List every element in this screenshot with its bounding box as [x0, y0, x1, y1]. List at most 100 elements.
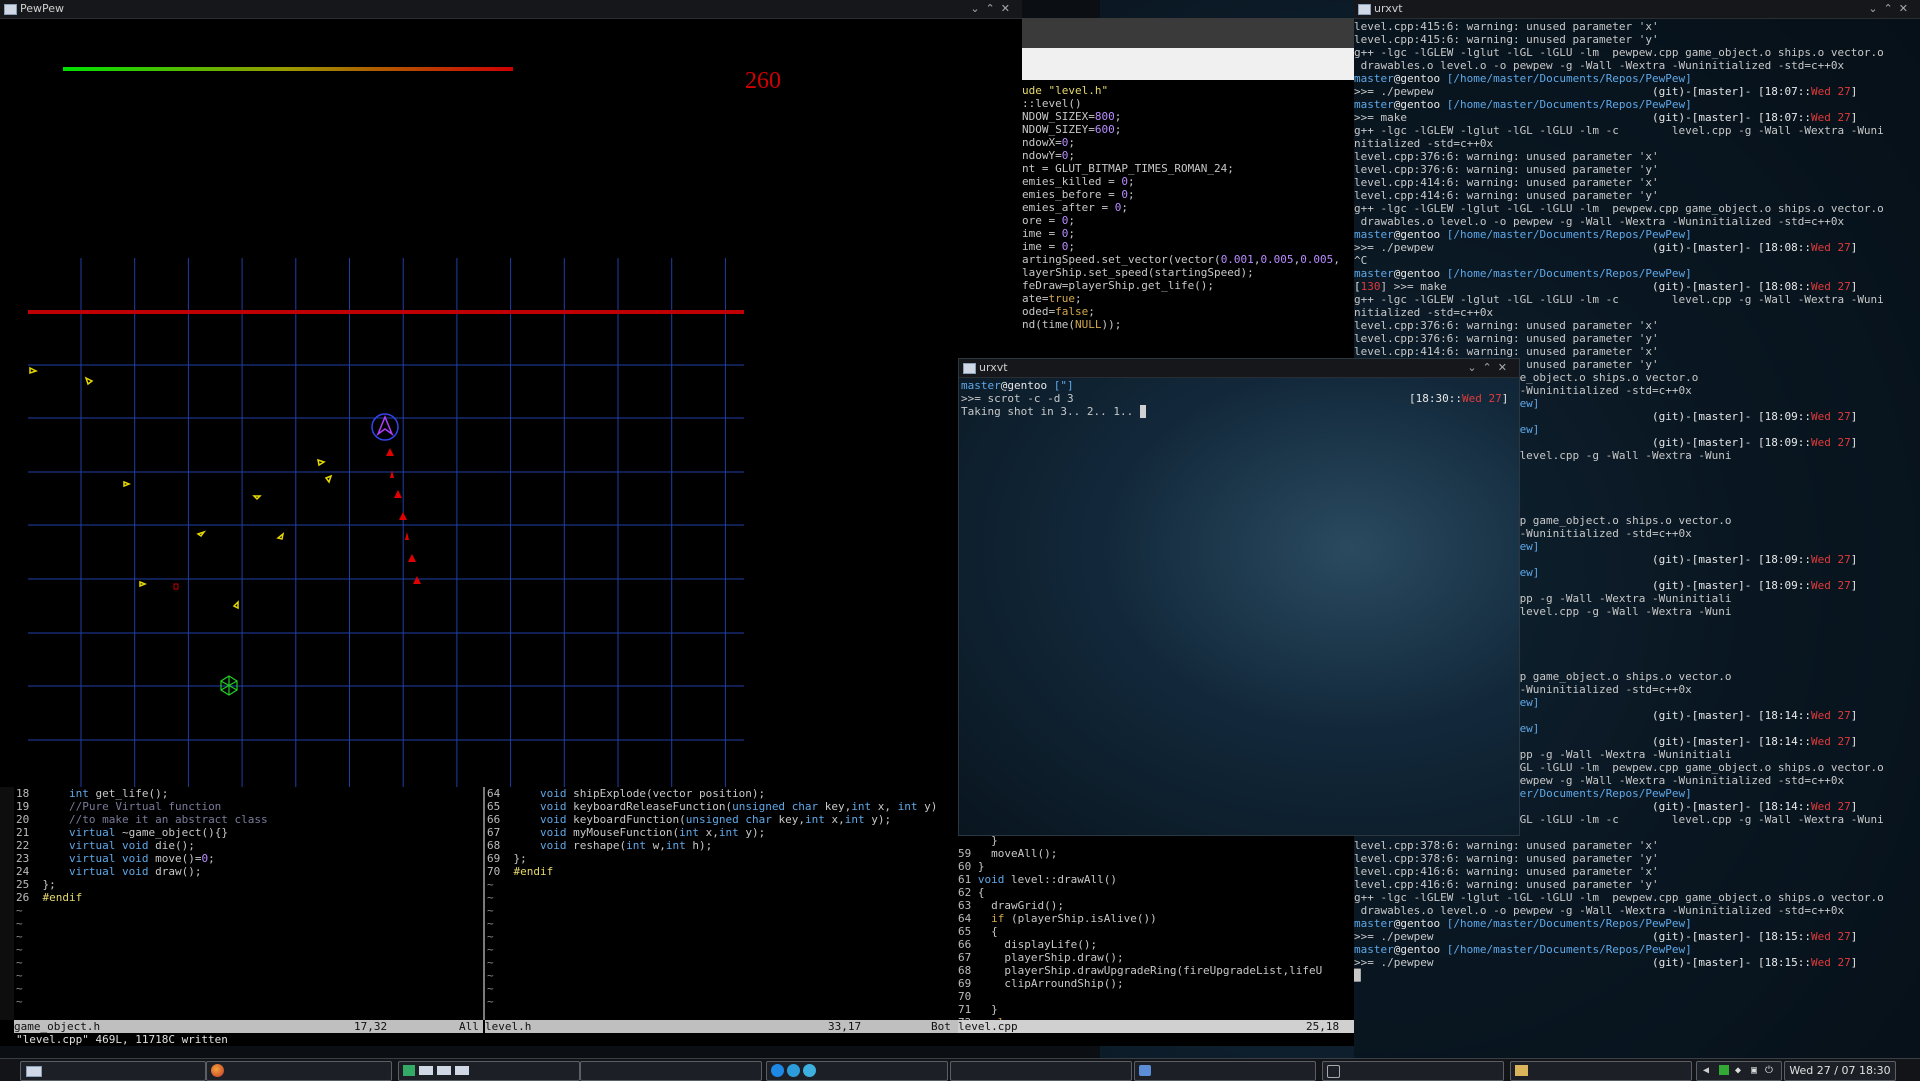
empty-line-marker: ~ — [487, 969, 494, 982]
code-line: 71 } — [958, 1003, 1322, 1016]
window-controls[interactable]: ⌄⌃✕ — [970, 0, 1016, 18]
code-line: 66 void keyboardFunction(unsigned char k… — [487, 813, 937, 826]
text-segment: (git)-[master]- — [1652, 579, 1758, 592]
status-filename: game_object.h — [14, 1020, 101, 1033]
text-segment: Wed 27 — [1810, 579, 1851, 592]
terminal-line: master@gentoo [/home/master/Documents/Re… — [1354, 267, 1920, 280]
vim-top-code[interactable]: ude "level.h"::level() NDOW_SIZEX=800; NDO… — [1022, 84, 1354, 331]
window-controls[interactable]: ⌄⌃✕ — [1868, 0, 1914, 18]
tray-app-icon[interactable] — [1719, 1065, 1729, 1075]
app-icon — [1327, 1065, 1340, 1078]
text-segment: [18:15:: — [1757, 930, 1811, 943]
vim-mid-pane[interactable]: 64 void shipExplode(vector position); 65 … — [485, 787, 958, 1020]
text-segment: playerShip.drawUpgradeRing(fireUpgradeLi… — [977, 964, 1323, 977]
line-number: 68 — [958, 964, 978, 977]
text-segment: nd(time( — [1022, 318, 1075, 331]
vim-left-pane[interactable]: 18 int get_life(); 19 //Pure Virtual func… — [0, 787, 483, 1020]
text-segment: ] — [1850, 410, 1858, 423]
clock[interactable]: Wed 27 / 07 18:30 — [1784, 1061, 1896, 1081]
dropbox-icon[interactable]: ◆ — [1735, 1065, 1741, 1076]
vim-command-line[interactable]: "level.cpp" 469L, 11718C written — [16, 1033, 228, 1046]
status-filename: level.h — [485, 1020, 532, 1033]
text-segment: [/home/master/Documents/Repos/PewPew] — [1440, 228, 1692, 241]
text-segment: level.cpp:376:6: warning: unused paramet… — [1354, 163, 1659, 176]
text-segment: Wed 27 — [1810, 709, 1851, 722]
text-segment: emies_after = — [1022, 201, 1115, 214]
game-window[interactable]: PewPew ⌄⌃✕ 260 — [0, 0, 1022, 787]
line-number: 59 — [958, 847, 978, 860]
taskbar-button-editors[interactable] — [398, 1061, 580, 1081]
taskbar-button-menu[interactable] — [20, 1061, 206, 1081]
text-segment: int — [851, 800, 872, 813]
taskbar-button-empty-2[interactable] — [950, 1061, 1132, 1081]
code-line: emies_killed = 0; — [1022, 175, 1354, 188]
code-line: nt = GLUT_BITMAP_TIMES_ROMAN_24; — [1022, 162, 1354, 175]
text-segment: int — [897, 800, 918, 813]
system-tray[interactable]: ◀ ◆ ▣ ⏻ — [1696, 1061, 1782, 1081]
window-title: urxvt — [979, 361, 1008, 374]
text-segment: ] — [1850, 735, 1858, 748]
code-line: ate=true; — [1022, 292, 1354, 305]
taskbar-button-empty-1[interactable] — [580, 1061, 762, 1081]
terminal-window-mid[interactable]: urxvt ⌄⌃✕ master@gentoo ["] >>= scrot -c… — [958, 358, 1520, 836]
text-segment: gentoo — [1400, 917, 1441, 930]
code-line: 66 displayLife(); — [958, 938, 1322, 951]
text-segment: Wed 27 — [1810, 111, 1851, 124]
text-segment: ; — [1075, 292, 1082, 305]
window-controls[interactable]: ⌄⌃✕ — [1467, 359, 1513, 377]
terminal-mid-titlebar[interactable]: urxvt ⌄⌃✕ — [959, 359, 1519, 378]
text-segment: [/home/master/Documents/Repos/PewPew] — [1440, 72, 1692, 85]
code-line: ime = 0; — [1022, 240, 1354, 253]
vim-top-light-strip — [1022, 48, 1354, 80]
text-segment: 0.005 — [1300, 253, 1334, 266]
vim-mid-code[interactable]: 64 void shipExplode(vector position); 65 … — [487, 787, 937, 1008]
empty-line-marker: ~ — [487, 995, 494, 1008]
vim-left-code[interactable]: 18 int get_life(); 19 //Pure Virtual func… — [16, 787, 268, 1008]
taskbar-button-misc[interactable] — [1322, 1061, 1504, 1081]
empty-line-marker: ~ — [16, 956, 23, 969]
vim-top-window[interactable]: ude "level.h"::level() NDOW_SIZEX=800; NDO… — [1022, 18, 1354, 358]
taskbar-button-browser[interactable] — [206, 1061, 392, 1081]
text-segment: ime = — [1022, 240, 1062, 253]
text-segment: reshape( — [566, 839, 627, 852]
text-segment: gentoo — [1400, 228, 1441, 241]
text-segment: }; — [42, 878, 56, 891]
prompt-bracket: ] — [1501, 392, 1509, 405]
vim-right-pane[interactable]: } 59 moveAll(); 60 } 61 void level::drawAll… — [958, 834, 1354, 1046]
taskbar-button-steam[interactable] — [1134, 1061, 1316, 1081]
text-segment: [18:14:: — [1757, 800, 1811, 813]
code-line: 70 #endif — [487, 865, 937, 878]
volume-icon[interactable]: ◀ — [1703, 1065, 1709, 1076]
editor-icon — [403, 1065, 415, 1076]
text-segment: NULL — [1074, 318, 1102, 331]
line-number: 18 — [16, 787, 43, 800]
text-segment: ; — [1127, 175, 1135, 188]
text-segment: virtual — [69, 826, 116, 839]
code-line: 67 playerShip.draw(); — [958, 951, 1322, 964]
empty-line-marker: ~ — [487, 982, 494, 995]
text-segment: ] >>= make — [1380, 280, 1653, 293]
vim-left-fold-column — [0, 787, 14, 1020]
game-canvas[interactable]: 260 — [0, 18, 1022, 787]
code-line: 20 //to make it an abstract class — [16, 813, 268, 826]
taskbar-button-files[interactable] — [1510, 1061, 1692, 1081]
taskbar-button-chat[interactable] — [766, 1061, 948, 1081]
text-segment: level.cpp:415:6: warning: unused paramet… — [1354, 33, 1659, 46]
text-segment: 800 — [1094, 110, 1115, 123]
vim-right-code[interactable]: } 59 moveAll(); 60 } 61 void level::drawAll… — [958, 834, 1322, 1029]
text-segment: x, — [698, 826, 719, 839]
terminal-line: level.cpp:376:6: warning: unused paramet… — [1354, 150, 1920, 163]
app-icon — [1139, 1065, 1151, 1076]
terminal-right-titlebar[interactable]: urxvt ⌄⌃✕ — [1354, 0, 1920, 19]
text-segment: 600 — [1094, 123, 1115, 136]
text-segment: █ — [1354, 969, 1361, 982]
game-titlebar[interactable]: PewPew ⌄⌃✕ — [0, 0, 1022, 19]
terminal-mid-output[interactable]: Taking shot in 3.. 2.. 1.. — [961, 405, 1147, 418]
vim-bottom-window[interactable]: 18 int get_life(); 19 //Pure Virtual func… — [0, 787, 958, 1046]
network-icon[interactable]: ▣ — [1751, 1065, 1757, 1076]
text-segment: [/home/master/Documents/Repos/PewPew] — [1440, 267, 1692, 280]
text-segment: (playerShip.isAlive()) — [1004, 912, 1157, 925]
power-icon[interactable]: ⏻ — [1765, 1065, 1773, 1076]
prompt-time: [18:30:: — [1409, 392, 1462, 405]
text-segment: playerShip.draw(); — [977, 951, 1124, 964]
